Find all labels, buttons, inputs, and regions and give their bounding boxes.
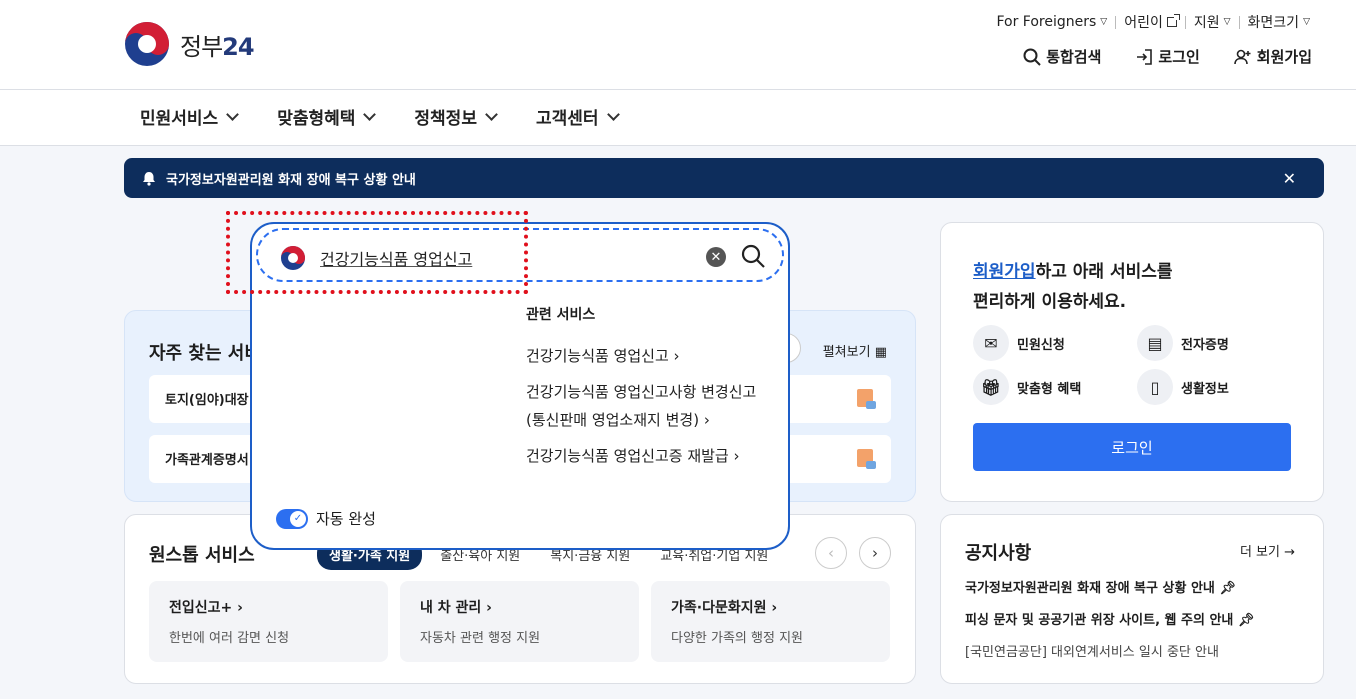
quick-life-info[interactable]: ▯ 생활정보	[1137, 369, 1229, 405]
pin-icon: 📌︎	[1237, 613, 1255, 628]
nav-policy-info[interactable]: 정책정보	[414, 104, 498, 129]
taegeuk-logo-icon	[125, 22, 169, 66]
next-arrow-icon[interactable]: ›	[859, 537, 891, 569]
related-service-item[interactable]: 건강기능식품 영업신고 ›	[526, 342, 766, 370]
for-foreigners-menu[interactable]: For Foreigners ▽	[988, 14, 1115, 30]
expand-button[interactable]: 펼쳐보기 ▦	[823, 341, 887, 360]
notice-item[interactable]: 국가정보자원관리원 화재 장애 복구 상황 안내 📌︎	[965, 577, 1236, 596]
section-title: 자주 찾는 서비	[149, 343, 261, 364]
logo-number: 24	[222, 32, 254, 61]
prev-arrow-icon[interactable]: ‹	[815, 537, 847, 569]
grid-icon: ▦	[874, 345, 887, 360]
document-icon	[857, 449, 876, 469]
bookmark-icon: ▯	[1137, 369, 1173, 405]
chevron-down-icon: ▽	[1303, 17, 1310, 27]
quick-custom-benefit[interactable]: 🎁︎ 맞춤형 혜택	[973, 369, 1081, 405]
login-panel: 회원가입하고 아래 서비스를 편리하게 이용하세요. ✉ 민원신청 ▤ 전자증명 🎁…	[940, 222, 1324, 502]
notice-banner[interactable]: 국가정보자원관리원 화재 장애 복구 상황 안내 ✕	[124, 158, 1324, 198]
pin-icon: 📌︎	[1219, 581, 1236, 596]
site-header: 정부24 For Foreigners ▽ 어린이 지원 ▽ 화면크기 ▽ 통합검색 …	[0, 0, 1356, 90]
gov24-logo[interactable]: 정부24	[124, 21, 255, 67]
close-icon[interactable]: ✕	[1283, 169, 1296, 188]
document-icon	[857, 389, 876, 409]
logo-text: 정부	[180, 32, 223, 61]
onestop-card[interactable]: 내 차 관리 › 자동차 관련 행정 지원	[400, 581, 639, 662]
related-services-heading: 관련 서비스	[526, 307, 596, 323]
clear-icon[interactable]: ✕	[706, 247, 726, 267]
more-link[interactable]: 더 보기 →	[1240, 541, 1295, 560]
kids-link[interactable]: 어린이	[1116, 12, 1185, 32]
onestop-card[interactable]: 전입신고+ › 한번에 여러 감면 신청	[149, 581, 388, 662]
gift-icon: 🎁︎	[973, 369, 1009, 405]
support-menu[interactable]: 지원 ▽	[1186, 12, 1239, 32]
section-title: 공지사항	[965, 543, 1032, 564]
notice-text: 국가정보자원관리원 화재 장애 복구 상황 안내	[166, 172, 416, 188]
nav-customer-center[interactable]: 고객센터	[536, 104, 620, 129]
related-service-item[interactable]: 건강기능식품 영업신고증 재발급 ›	[526, 442, 766, 470]
onestop-card[interactable]: 가족·다문화지원 › 다양한 가족의 행정 지원	[651, 581, 890, 662]
integrated-search-button[interactable]: 통합검색	[1023, 46, 1101, 67]
quick-civil-application[interactable]: ✉ 민원신청	[973, 325, 1065, 361]
notices-panel: 공지사항 더 보기 → 국가정보자원관리원 화재 장애 복구 상황 안내 📌︎ …	[940, 514, 1324, 684]
account-menu: 통합검색 로그인 회원가입	[1023, 46, 1312, 67]
envelope-icon: ✉	[973, 325, 1009, 361]
chevron-down-icon: ▽	[1223, 17, 1231, 27]
nav-civil-services[interactable]: 민원서비스	[140, 104, 240, 129]
toggle-switch[interactable]	[276, 508, 308, 529]
utility-menu: For Foreigners ▽ 어린이 지원 ▽ 화면크기 ▽	[988, 12, 1318, 32]
login-button[interactable]: 로그인	[973, 423, 1291, 471]
login-message: 회원가입하고 아래 서비스를 편리하게 이용하세요.	[973, 262, 1173, 312]
quick-e-certificate[interactable]: ▤ 전자증명	[1137, 325, 1229, 361]
certificate-icon: ▤	[1137, 325, 1173, 361]
chevron-down-icon	[485, 107, 498, 121]
signup-link[interactable]: 회원가입	[1233, 46, 1312, 67]
autocomplete-toggle[interactable]: 자동 완성	[276, 508, 376, 529]
signup-inline-link[interactable]: 회원가입	[973, 262, 1036, 282]
external-link-icon	[1166, 14, 1180, 27]
search-icon	[1023, 48, 1041, 66]
related-service-item[interactable]: 건강기능식품 영업신고사항 변경신고(통신판매 영업소재지 변경) ›	[526, 378, 766, 434]
nav-custom-benefits[interactable]: 맞춤형혜택	[277, 104, 377, 129]
section-title: 원스톱 서비스	[149, 545, 255, 566]
search-icon[interactable]	[740, 243, 766, 269]
chevron-down-icon	[363, 107, 377, 121]
chevron-down-icon: ▽	[1100, 17, 1108, 27]
login-icon	[1137, 48, 1153, 65]
highlight-annotation	[226, 211, 528, 294]
screen-size-menu[interactable]: 화면크기 ▽	[1240, 12, 1318, 32]
notice-item[interactable]: 피싱 문자 및 공공기관 위장 사이트, 웹 주의 안내 📌︎	[965, 609, 1254, 628]
chevron-down-icon	[226, 107, 240, 121]
main-nav: 민원서비스 맞춤형혜택 정책정보 고객센터	[0, 90, 1356, 146]
bell-icon	[143, 171, 155, 186]
user-add-icon	[1233, 49, 1251, 64]
login-link[interactable]: 로그인	[1135, 46, 1200, 67]
notice-item[interactable]: [국민연금공단] 대외연계서비스 일시 중단 안내	[965, 641, 1219, 660]
chevron-down-icon	[606, 107, 620, 121]
